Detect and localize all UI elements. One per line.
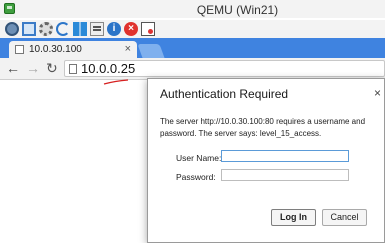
cancel-button[interactable]: Cancel	[322, 209, 367, 226]
dialog-message: The server http://10.0.30.100:80 require…	[160, 117, 366, 138]
settings-icon[interactable]	[5, 22, 19, 36]
username-field[interactable]	[221, 150, 349, 162]
reload-icon[interactable]: ↻	[46, 60, 58, 77]
address-bar[interactable]: 10.0.0.25	[64, 60, 385, 77]
info-icon[interactable]: i	[107, 22, 121, 36]
gear-icon[interactable]	[39, 22, 53, 36]
fullscreen-icon[interactable]	[22, 22, 36, 36]
browser-toolbar: ← → ↻ 10.0.0.25	[0, 58, 385, 80]
tab-title: 10.0.30.100	[29, 44, 82, 55]
stop-icon[interactable]: ×	[124, 22, 138, 36]
password-field[interactable]	[221, 169, 349, 181]
refresh-icon[interactable]	[56, 22, 70, 36]
dialog-title: Authentication Required	[160, 87, 289, 101]
login-button[interactable]: Log In	[271, 209, 316, 226]
browser-tab[interactable]: 10.0.30.100 ×	[9, 41, 137, 58]
qemu-title-bar: QEMU (Win21)	[0, 0, 385, 18]
menu-icon[interactable]	[90, 22, 104, 36]
back-arrow-icon[interactable]: ←	[6, 60, 20, 76]
device-icon[interactable]	[141, 22, 155, 36]
page-favicon-icon	[15, 45, 24, 54]
tab-close-icon[interactable]: ×	[125, 43, 131, 55]
username-label: User Name:	[176, 153, 222, 163]
qemu-toolbar: i ×	[0, 20, 385, 38]
page-icon	[69, 64, 77, 74]
password-label: Password:	[176, 172, 216, 182]
underline-mark	[103, 79, 129, 85]
authentication-dialog: Authentication Required × The server htt…	[147, 78, 385, 243]
close-icon[interactable]: ×	[374, 86, 381, 100]
address-text[interactable]: 10.0.0.25	[81, 61, 135, 76]
windows-icon[interactable]	[73, 22, 87, 36]
browser-tab-strip: 10.0.30.100 ×	[0, 38, 385, 58]
window-title: QEMU (Win21)	[196, 3, 279, 17]
new-tab-button[interactable]	[137, 44, 165, 58]
forward-arrow-icon[interactable]: →	[26, 60, 40, 76]
